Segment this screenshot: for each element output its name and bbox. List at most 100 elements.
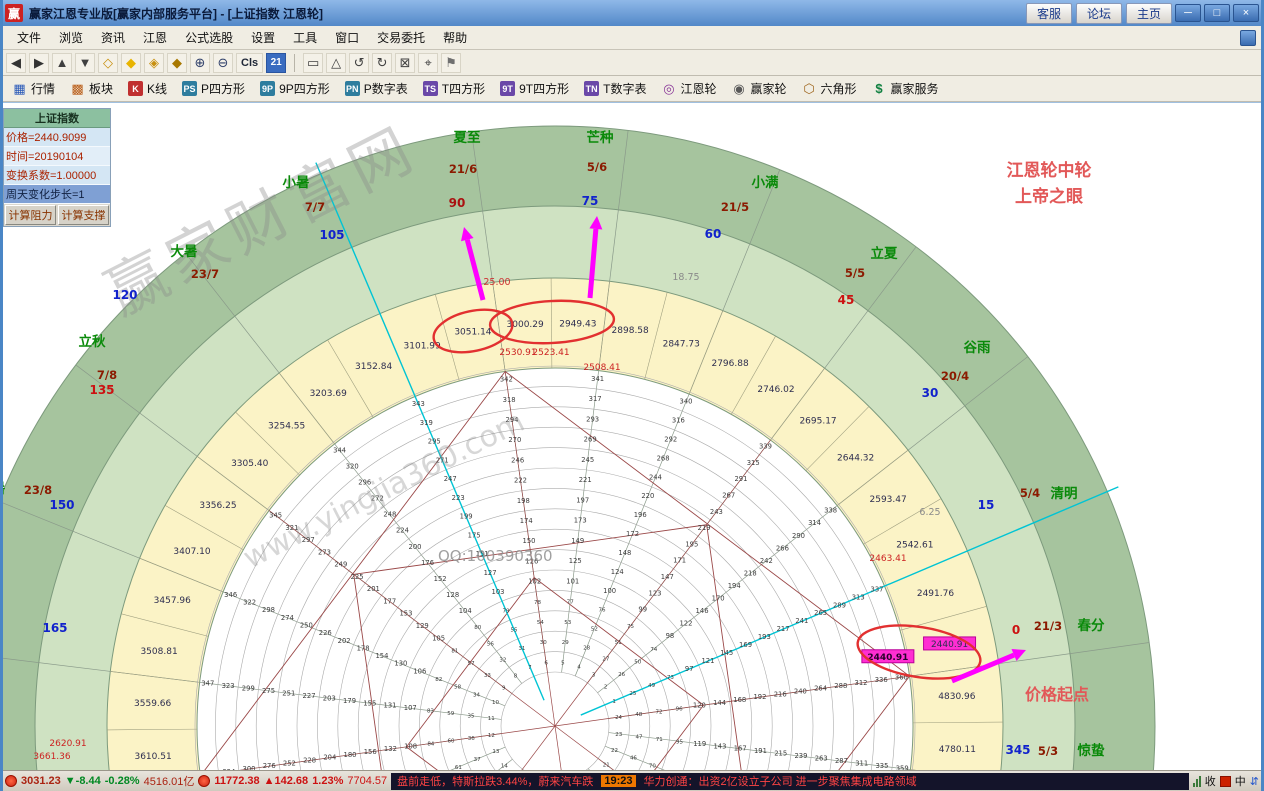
svg-text:27: 27: [602, 656, 609, 662]
svg-text:14: 14: [501, 764, 508, 770]
triangle-tool-button[interactable]: △: [326, 53, 346, 73]
ime-indicator[interactable]: 中: [1235, 773, 1246, 789]
sz-index-change: ▲142.68: [264, 775, 309, 787]
winner-wheel-icon: ◉: [731, 81, 746, 96]
view-t-number-table-button[interactable]: TNT数字表: [578, 79, 652, 98]
view-p-number-table-button[interactable]: PNP数字表: [339, 79, 414, 98]
homepage-button[interactable]: 主页: [1126, 3, 1172, 24]
zoom-out-button[interactable]: ⊖: [213, 53, 233, 73]
forum-button[interactable]: 论坛: [1076, 3, 1122, 24]
menu-item-3[interactable]: 江恩: [134, 27, 176, 48]
view-winner-service-button[interactable]: $赢家服务: [866, 79, 945, 98]
svg-text:218: 218: [744, 569, 757, 577]
svg-text:100: 100: [603, 587, 616, 595]
diamond-tool-1-button[interactable]: ◇: [98, 53, 118, 73]
rect-tool-button[interactable]: ▭: [303, 53, 323, 73]
delete-box-tool-button[interactable]: ⊠: [395, 53, 415, 73]
menu-item-6[interactable]: 工具: [284, 27, 326, 48]
svg-text:246: 246: [511, 456, 524, 464]
menu-item-9[interactable]: 帮助: [434, 27, 476, 48]
scroll-arrows-icon[interactable]: ⇵: [1250, 775, 1259, 788]
svg-text:336: 336: [875, 676, 888, 684]
menu-item-2[interactable]: 资讯: [92, 27, 134, 48]
svg-text:46: 46: [630, 756, 637, 762]
peak-marker-button[interactable]: ▲: [52, 53, 72, 73]
menu-item-8[interactable]: 交易委托: [368, 27, 434, 48]
cls-button[interactable]: Cls: [236, 53, 263, 73]
svg-text:275: 275: [262, 687, 275, 695]
svg-text:292: 292: [664, 436, 677, 444]
crosshair-tool-button[interactable]: ⌖: [418, 53, 438, 73]
svg-text:3203.69: 3203.69: [310, 389, 347, 399]
svg-text:惊蛰: 惊蛰: [1077, 742, 1106, 759]
view-gann-wheel-button[interactable]: ◎江恩轮: [655, 79, 722, 98]
valley-marker-button[interactable]: ▼: [75, 53, 95, 73]
arc-right-tool-button[interactable]: ↻: [372, 53, 392, 73]
back-button[interactable]: ◀: [6, 53, 26, 73]
menu-item-7[interactable]: 窗口: [326, 27, 368, 48]
svg-text:71: 71: [656, 737, 663, 743]
svg-text:22: 22: [611, 748, 618, 754]
record-icon[interactable]: [1220, 776, 1231, 787]
maximize-button[interactable]: □: [1204, 4, 1230, 22]
view-quotes-button[interactable]: ▦行情: [6, 79, 61, 98]
svg-text:173: 173: [574, 517, 587, 525]
svg-text:197: 197: [576, 496, 589, 504]
view-9p-square-button[interactable]: 9P9P四方形: [254, 79, 336, 98]
flag-tool-button[interactable]: ⚑: [441, 53, 461, 73]
instrument-info-panel: 上证指数价格=2440.9099时间=20190104变换系数=1.00000周…: [3, 108, 111, 227]
customer-service-button[interactable]: 客服: [1026, 3, 1072, 24]
view-t-square-button[interactable]: TST四方形: [417, 79, 491, 98]
svg-text:265: 265: [814, 609, 827, 617]
svg-text:264: 264: [814, 685, 827, 693]
gann-wheel-label: 江恩轮: [680, 80, 716, 97]
news-item-2[interactable]: 华力创通：出资2亿设立子公司 进一步聚焦集成电路领域: [644, 773, 917, 789]
forward-button[interactable]: ▶: [29, 53, 49, 73]
svg-text:288: 288: [834, 682, 847, 690]
svg-text:199: 199: [460, 513, 473, 521]
news-item-1[interactable]: 盘前走低，特斯拉跌3.44%，蔚来汽车跌: [397, 773, 593, 789]
view-kline-button[interactable]: KK线: [122, 79, 173, 98]
menu-item-0[interactable]: 文件: [8, 27, 50, 48]
menu-item-5[interactable]: 设置: [242, 27, 284, 48]
menu-item-4[interactable]: 公式选股: [176, 27, 242, 48]
svg-text:21/3: 21/3: [1034, 619, 1062, 633]
svg-text:18.75: 18.75: [672, 272, 699, 283]
diamond-tool-4-button[interactable]: ◆: [167, 53, 187, 73]
svg-text:10: 10: [492, 700, 499, 706]
view-hexagon-button[interactable]: ⬡六角形: [796, 79, 863, 98]
menu-item-1[interactable]: 浏览: [50, 27, 92, 48]
menu-corner-icon[interactable]: [1240, 30, 1256, 46]
view-winner-wheel-button[interactable]: ◉赢家轮: [725, 79, 792, 98]
svg-text:122: 122: [679, 620, 692, 628]
menu-bar: 文件浏览资讯江恩公式选股设置工具窗口交易委托帮助: [0, 26, 1264, 50]
minimize-button[interactable]: ─: [1175, 4, 1201, 22]
svg-text:76: 76: [598, 608, 605, 614]
calendar-21-button[interactable]: 21: [266, 53, 286, 73]
svg-text:225: 225: [351, 573, 364, 581]
calc-resistance-button[interactable]: 计算阻力: [5, 205, 56, 225]
view-p-square-button[interactable]: PSP四方形: [176, 79, 251, 98]
svg-text:23: 23: [615, 732, 622, 738]
svg-text:251: 251: [282, 689, 295, 697]
view-9t-square-button[interactable]: 9T9T四方形: [494, 79, 575, 98]
view-sectors-button[interactable]: ▩板块: [64, 79, 119, 98]
news-ticker[interactable]: 盘前走低，特斯拉跌3.44%，蔚来汽车跌 19:23 华力创通：出资2亿设立子公…: [391, 773, 1189, 790]
svg-text:290: 290: [792, 532, 805, 540]
svg-text:70: 70: [649, 763, 656, 769]
calc-support-button[interactable]: 计算支撑: [58, 205, 109, 225]
diamond-tool-3-button[interactable]: ◈: [144, 53, 164, 73]
svg-text:74: 74: [650, 647, 657, 653]
quotes-label: 行情: [31, 80, 55, 97]
svg-text:243: 243: [710, 508, 723, 516]
svg-text:180: 180: [344, 751, 357, 759]
arc-left-tool-button[interactable]: ↺: [349, 53, 369, 73]
zoom-in-button[interactable]: ⊕: [190, 53, 210, 73]
svg-text:319: 319: [420, 419, 433, 427]
svg-text:245: 245: [581, 456, 594, 464]
clock-icon: [5, 775, 17, 787]
svg-text:226: 226: [319, 629, 332, 637]
diamond-tool-2-button[interactable]: ◆: [121, 53, 141, 73]
close-button[interactable]: ×: [1233, 4, 1259, 22]
svg-text:2: 2: [604, 684, 608, 690]
